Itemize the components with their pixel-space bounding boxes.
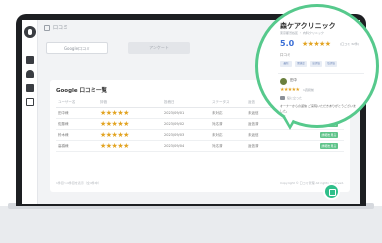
card-title: Google 口コミ一覧: [56, 88, 108, 94]
rating-score: 5.0: [280, 39, 295, 48]
user-name: 田中様: [58, 111, 69, 115]
sort-chip[interactable]: 関連度: [295, 61, 307, 67]
pagination-summary: 1件目～4件目を表示（全4件中）: [56, 181, 101, 185]
rating-stars: ★★★★★: [100, 120, 129, 128]
review-count: (口コミ 32件): [340, 42, 360, 46]
helpful-label: 役に立った: [287, 96, 303, 100]
user-name: 高橋様: [58, 144, 69, 148]
column-header: 投稿日: [164, 100, 175, 104]
post-date: 2023/09/01: [164, 111, 185, 115]
avatar: [280, 78, 287, 85]
laptop-base: [0, 206, 382, 243]
chat-button[interactable]: [323, 183, 340, 200]
tab-survey[interactable]: アンケート: [128, 42, 190, 54]
post-date: 2023/09/03: [164, 133, 185, 137]
store-name: 森ケアクリニック: [280, 22, 336, 30]
sort-chip[interactable]: 最新: [280, 61, 292, 67]
google-business-callout: 森ケアクリニック 東京都渋谷区 ・ 内科クリニック 5.0 ★★★★★ (口コミ…: [255, 4, 379, 128]
reply-status: 未返信: [248, 133, 259, 137]
home-nav-icon[interactable]: [26, 56, 34, 64]
reply-status: 返信済: [248, 122, 259, 126]
rating-stars: ★★★★★: [100, 109, 129, 117]
home-icon[interactable]: [44, 25, 50, 31]
thumbs-up-icon[interactable]: [280, 96, 285, 100]
tab-bar: Google口コミ アンケート: [46, 42, 266, 56]
status-text: 未対応: [212, 133, 223, 137]
rating-stars: ★★★★★: [100, 142, 129, 150]
rating-stars: ★★★★★: [100, 131, 129, 139]
store-nav-icon[interactable]: [26, 84, 34, 92]
table-row[interactable]: 鈴木様 ★★★★★ 2023/09/03 未対応 未返信 詳細を見る: [56, 130, 344, 141]
detail-button[interactable]: 詳細を見る: [320, 143, 338, 149]
user-nav-icon[interactable]: [26, 70, 34, 78]
app-logo[interactable]: [24, 26, 36, 38]
breadcrumb: 口コミ: [53, 25, 69, 31]
owner-reply: オーナーからの返信 ご来院いただきありがとうございました。: [280, 104, 356, 113]
store-subtitle: 東京都渋谷区 ・ 内科クリニック: [280, 31, 324, 35]
user-name: 鈴木様: [58, 133, 69, 137]
column-header: 評価: [100, 100, 107, 104]
status-text: 未対応: [212, 111, 223, 115]
review-stars: ★★★★★: [280, 87, 300, 93]
user-name: 佐藤様: [58, 122, 69, 126]
reviewer-name: 田中: [290, 78, 297, 82]
review-date: 1週間前: [303, 88, 314, 92]
status-text: 対応済: [212, 144, 223, 148]
rating-stars: ★★★★★: [302, 40, 331, 48]
reply-status: 未返信: [248, 111, 259, 115]
column-header: 返信: [248, 100, 255, 104]
callout-tail-fill: [285, 116, 295, 125]
sidebar: [22, 20, 38, 204]
sort-chip[interactable]: 低評価: [325, 61, 337, 67]
sort-chip[interactable]: 高評価: [310, 61, 322, 67]
reviews-label: 口コミ: [280, 53, 291, 57]
grid-nav-icon[interactable]: [26, 98, 34, 106]
detail-button[interactable]: 詳細を見る: [320, 132, 338, 138]
sort-chips: 最新 関連度 高評価 低評価: [280, 61, 370, 69]
column-header: ユーザー名: [58, 100, 76, 104]
tab-google-reviews[interactable]: Google口コミ: [46, 42, 108, 54]
table-row[interactable]: 高橋様 ★★★★★ 2023/09/04 対応済 返信済 詳細を見る: [56, 141, 344, 152]
divider: [278, 73, 364, 74]
post-date: 2023/09/04: [164, 144, 185, 148]
reply-status: 返信済: [248, 144, 259, 148]
column-header: ステータス: [212, 100, 230, 104]
status-text: 対応済: [212, 122, 223, 126]
post-date: 2023/09/02: [164, 122, 185, 126]
